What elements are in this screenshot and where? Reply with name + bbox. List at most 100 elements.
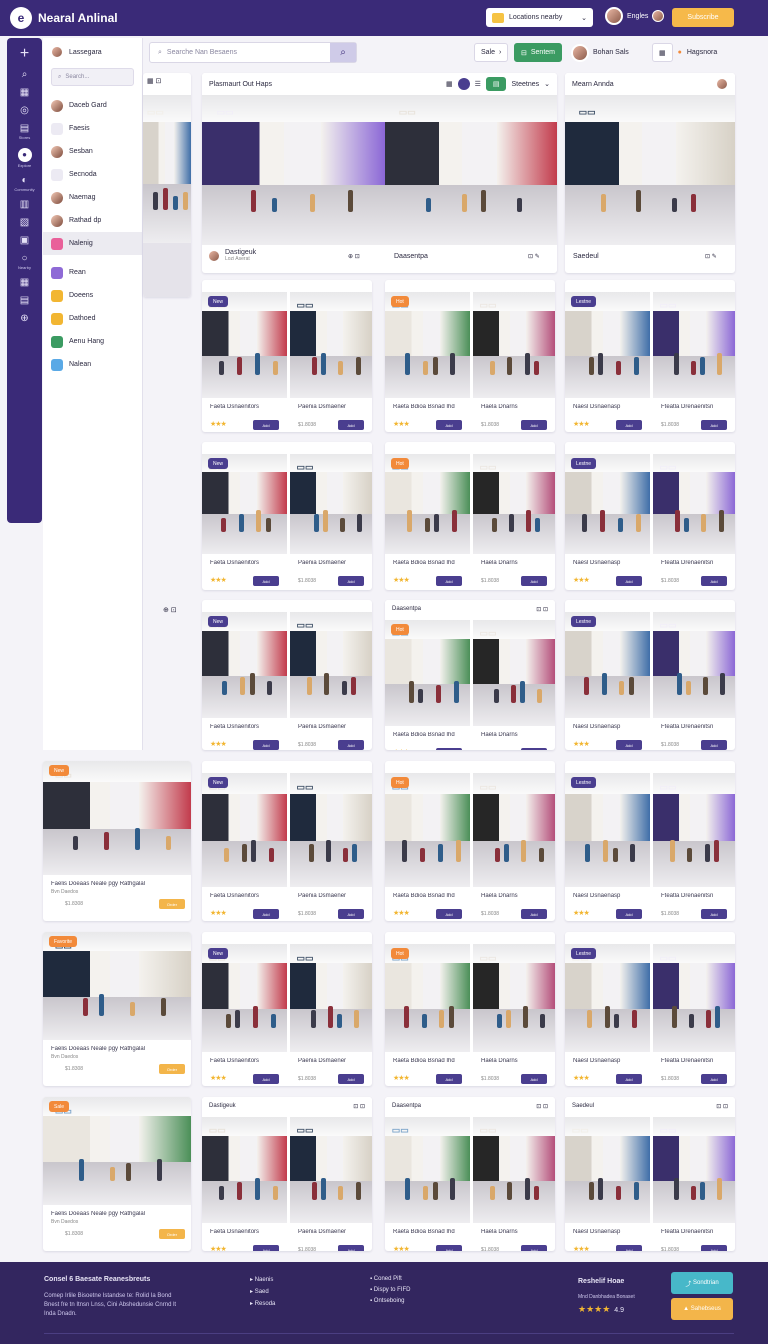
- product-photo[interactable]: ▭▭: [565, 773, 650, 887]
- side-menu-item[interactable]: Rean: [43, 261, 142, 284]
- add-to-cart-button[interactable]: Add: [616, 420, 642, 430]
- add-to-cart-button[interactable]: Add: [253, 420, 279, 430]
- add-to-cart-button[interactable]: Add: [616, 576, 642, 586]
- add-to-cart-button[interactable]: Add: [521, 576, 547, 586]
- product-photo[interactable]: ▭▭: [202, 292, 287, 398]
- side-menu-item[interactable]: Sesban: [43, 140, 142, 163]
- sort-control[interactable]: ▦ ● Hagsnora: [652, 43, 717, 62]
- add-to-cart-button[interactable]: Add: [253, 909, 279, 919]
- add-to-cart-button[interactable]: Add: [701, 1245, 727, 1251]
- add-to-cart-button[interactable]: Add: [253, 740, 279, 750]
- rail-item[interactable]: ▣: [10, 236, 40, 246]
- side-menu-item[interactable]: Dathoed: [43, 307, 142, 330]
- product-photo[interactable]: ▭▭: [385, 1117, 470, 1223]
- add-to-cart-button[interactable]: Add: [436, 1245, 462, 1251]
- product-photo[interactable]: ▭▭: [473, 620, 555, 726]
- product-photo[interactable]: ▭▭: [653, 612, 735, 718]
- product-photo[interactable]: ▭▭: [653, 773, 735, 887]
- product-photo[interactable]: ▭▭: [202, 1117, 287, 1223]
- rail-item[interactable]: ⌕: [10, 70, 40, 80]
- add-to-cart-button[interactable]: Add: [701, 420, 727, 430]
- footer-link[interactable]: ▪ Coned Pift: [370, 1276, 410, 1282]
- add-to-cart-button[interactable]: Add: [521, 748, 547, 750]
- product-photo[interactable]: ▭▭: [473, 944, 555, 1052]
- order-button[interactable]: Order: [159, 1229, 185, 1239]
- product-photo[interactable]: ▭▭: [473, 454, 555, 554]
- search-button[interactable]: ⌕: [330, 43, 356, 62]
- add-to-cart-button[interactable]: Add: [616, 1074, 642, 1084]
- hero-photo[interactable]: ▭▭: [565, 95, 735, 245]
- add-to-cart-button[interactable]: Add: [701, 909, 727, 919]
- footer-link[interactable]: ▸ Resoda: [250, 1300, 275, 1307]
- rail-item[interactable]: ○ Nearby: [10, 254, 40, 270]
- search-input[interactable]: ⌕ Searche Nan Besaens ⌕: [149, 42, 357, 63]
- side-menu-item[interactable]: Daceb Gard: [43, 94, 142, 117]
- product-photo[interactable]: ▭▭: [202, 773, 287, 887]
- card-header-icons[interactable]: ⊡ ⊡: [536, 606, 548, 613]
- side-menu-item[interactable]: Secnoda: [43, 163, 142, 186]
- view-toggle[interactable]: Sale ›: [474, 43, 509, 62]
- side-menu-item[interactable]: Nalean: [43, 353, 142, 376]
- profile-control[interactable]: Bohan Sals: [571, 43, 629, 62]
- order-button[interactable]: Order: [159, 899, 185, 909]
- footer-link[interactable]: ▪ Ontseboing: [370, 1298, 410, 1304]
- list-icon[interactable]: ☰: [475, 80, 481, 88]
- card-header-icons[interactable]: ⊡ ⊡: [353, 1103, 365, 1110]
- product-photo[interactable]: ▭▭: [43, 761, 191, 875]
- rail-item[interactable]: ◐ Community: [10, 176, 40, 192]
- product-photo[interactable]: ▭▭: [385, 944, 470, 1052]
- product-photo[interactable]: ▭▭: [653, 1117, 735, 1223]
- rail-item[interactable]: ● Explore: [10, 148, 40, 168]
- hero-actions[interactable]: ⊕ ⊡: [348, 253, 360, 260]
- add-to-cart-button[interactable]: Add: [436, 1074, 462, 1084]
- add-to-cart-button[interactable]: Add: [436, 576, 462, 586]
- product-photo[interactable]: ▭▭: [43, 1097, 191, 1205]
- add-to-cart-button[interactable]: Add: [701, 1074, 727, 1084]
- product-photo[interactable]: ▭▭: [202, 944, 287, 1052]
- side-menu-item[interactable]: Aenu Hang: [43, 330, 142, 353]
- rail-item[interactable]: ▦: [10, 278, 40, 288]
- side-menu-item[interactable]: Naemag: [43, 186, 142, 209]
- product-photo[interactable]: ▭▭: [202, 454, 287, 554]
- add-to-cart-button[interactable]: Add: [253, 1074, 279, 1084]
- product-photo[interactable]: ▭▭: [290, 944, 372, 1052]
- product-photo[interactable]: ▭▭: [43, 932, 191, 1040]
- rail-item[interactable]: ▦: [10, 88, 40, 98]
- subscribe-button[interactable]: Subscribe: [672, 8, 734, 27]
- product-photo[interactable]: ▭▭: [473, 773, 555, 887]
- footer-link[interactable]: ▸ Saed: [250, 1288, 275, 1295]
- rail-item[interactable]: ▤: [10, 296, 40, 306]
- footer-secondary-button[interactable]: ▲ Sahebseus: [671, 1298, 733, 1320]
- order-button[interactable]: Order: [159, 1064, 185, 1074]
- rail-item[interactable]: ◎: [10, 106, 40, 116]
- add-to-cart-button[interactable]: Add: [338, 420, 364, 430]
- product-photo[interactable]: ▭▭: [385, 773, 470, 887]
- rail-item[interactable]: ▤ Stores: [10, 124, 40, 140]
- chevron-down-icon[interactable]: ⌄: [544, 80, 550, 88]
- add-to-cart-button[interactable]: Add: [616, 740, 642, 750]
- add-to-cart-button[interactable]: Add: [436, 420, 462, 430]
- product-photo[interactable]: ▭▭: [385, 292, 470, 398]
- add-to-cart-button[interactable]: Add: [338, 1245, 364, 1251]
- hero-actions[interactable]: ⊡ ✎: [705, 253, 717, 260]
- side-menu-item[interactable]: Doeens: [43, 284, 142, 307]
- add-to-cart-button[interactable]: Add: [253, 576, 279, 586]
- sort-icon[interactable]: ▤: [485, 77, 507, 91]
- side-menu-item[interactable]: Rathad dp: [43, 209, 142, 232]
- footer-primary-button[interactable]: ⤴ Sondtrian: [671, 1272, 733, 1294]
- add-to-cart-button[interactable]: Add: [338, 1074, 364, 1084]
- product-photo[interactable]: ▭▭: [565, 292, 650, 398]
- side-menu-item[interactable]: Nalenig: [43, 232, 142, 255]
- rail-item[interactable]: ▧: [10, 218, 40, 228]
- product-photo[interactable]: ▭▭: [565, 454, 650, 554]
- product-photo[interactable]: ▭▭: [653, 454, 735, 554]
- grid-icon[interactable]: ▦: [446, 80, 453, 88]
- product-photo[interactable]: ▭▭: [290, 1117, 372, 1223]
- hero-photo[interactable]: ▭▭: [202, 95, 385, 245]
- add-to-cart-button[interactable]: Add: [701, 740, 727, 750]
- product-photo[interactable]: ▭▭: [653, 292, 735, 398]
- product-photo[interactable]: ▭▭: [565, 612, 650, 718]
- product-photo[interactable]: ▭▭: [290, 454, 372, 554]
- rail-item[interactable]: ⊕: [10, 314, 40, 324]
- card-header-icons[interactable]: ⊡ ⊡: [716, 1103, 728, 1110]
